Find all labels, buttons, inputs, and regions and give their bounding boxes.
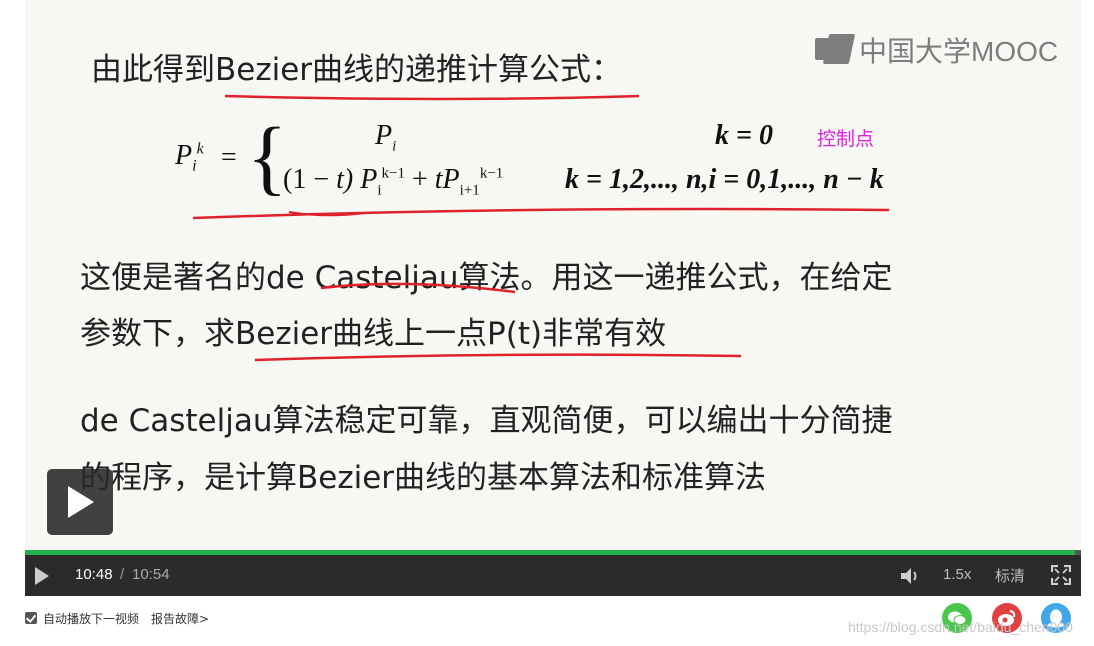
- current-time: 10:48: [75, 566, 113, 583]
- big-play-button[interactable]: [47, 469, 113, 535]
- url-watermark: https://blog.csdn.net/baidu_chen000: [848, 619, 1073, 635]
- autoplay-label[interactable]: 自动播放下一视频: [43, 610, 139, 627]
- play-icon[interactable]: [35, 567, 49, 585]
- volume-icon[interactable]: [899, 566, 921, 586]
- below-player-bar: 自动播放下一视频 报告故障>: [25, 608, 209, 628]
- red-handwritten-underlines: [192, 94, 890, 362]
- autoplay-checkbox[interactable]: [25, 612, 37, 624]
- total-time: 10:54: [132, 566, 170, 583]
- quality-button[interactable]: 标清: [995, 565, 1025, 586]
- player-controls: 10:48 / 10:54 1.5x 标清: [25, 555, 1081, 596]
- report-link[interactable]: 报告故障>: [151, 610, 209, 627]
- play-icon: [68, 486, 94, 518]
- speed-button[interactable]: 1.5x: [943, 566, 971, 583]
- time-separator: /: [120, 566, 125, 583]
- video-frame[interactable]: 中国大学MOOC 由此得到Bezier曲线的递推计算公式： Pik = { Pi…: [25, 0, 1081, 552]
- fullscreen-icon[interactable]: [1051, 565, 1071, 585]
